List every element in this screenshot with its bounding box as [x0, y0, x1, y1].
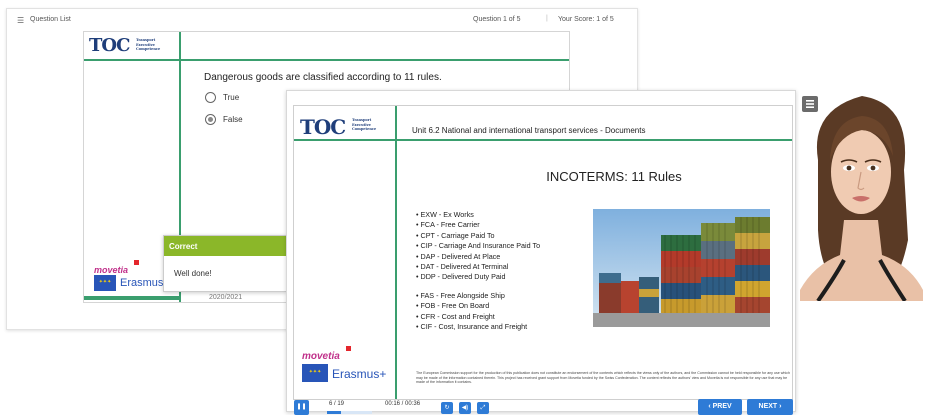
swiss-flag-icon: [134, 260, 140, 265]
swap-icon: [806, 100, 814, 108]
header-divider: [294, 139, 792, 141]
list-item: • FAS - Free Alongside Ship: [416, 290, 505, 300]
slide-title: INCOTERMS: 11 Rules: [546, 169, 682, 184]
volume-icon: ◀): [461, 405, 469, 411]
erasmus-logo: ✦✦✦ Erasmus+: [302, 364, 394, 386]
radio-true[interactable]: [205, 92, 216, 103]
feedback-message: Well done!: [174, 269, 212, 278]
quiz-question: Dangerous goods are classified according…: [204, 72, 442, 83]
main-slide-window: TOC Transport Executive Competence Unit …: [286, 90, 796, 415]
list-item: • EXW - Ex Works: [416, 210, 474, 219]
list-icon[interactable]: ☰: [17, 16, 24, 25]
toc-logo-line: Competence: [352, 127, 377, 131]
time-display: 00:16 / 00:36: [385, 401, 421, 407]
prev-button[interactable]: ‹ PREV: [698, 399, 742, 415]
movetia-text: movetia: [94, 265, 129, 275]
avatar-toggle-button[interactable]: [802, 96, 818, 112]
bottom-accent: [84, 296, 181, 300]
feedback-header: Correct: [164, 236, 288, 256]
list-item: • CIF - Cost, Insurance and Freight: [416, 322, 528, 332]
eu-flag-icon: ✦✦✦: [302, 364, 328, 382]
list-item: • DDP - Delivered Duty Paid: [416, 272, 506, 282]
replay-button[interactable]: ↻: [441, 402, 453, 414]
eu-flag-icon: ✦✦✦: [94, 275, 116, 291]
academic-year: 2020/2021: [209, 294, 243, 301]
topbar-separator: |: [546, 15, 548, 22]
fullscreen-icon: ⤢: [480, 405, 486, 411]
eu-disclaimer: The European Commission support for the …: [416, 371, 790, 385]
incoterms-list: • EXW - Ex Works • FCA - Free Carrier • …: [416, 210, 540, 332]
slide-counter: 6 / 19: [329, 401, 345, 407]
lesson-slide: TOC Transport Executive Competence Unit …: [293, 105, 793, 400]
swiss-flag-icon: [346, 346, 352, 351]
movetia-logo: movetia: [302, 346, 352, 364]
pause-icon: ❚❚: [296, 404, 307, 410]
shipping-containers-image: [593, 209, 770, 327]
erasmus-text: Erasmus+: [332, 367, 387, 381]
volume-button[interactable]: ◀): [459, 402, 471, 414]
unit-title: Unit 6.2 National and international tran…: [412, 126, 646, 135]
chevron-right-icon: ›: [777, 403, 782, 410]
next-label: NEXT: [758, 403, 778, 410]
fullscreen-button[interactable]: ⤢: [477, 402, 489, 414]
movetia-text: movetia: [302, 351, 340, 362]
toc-logo: TOC Transport Executive Competence: [89, 35, 177, 57]
option-label-true[interactable]: True: [223, 93, 239, 102]
question-progress: Question 1 of 5: [473, 16, 521, 23]
list-item: • CPT - Carriage Paid To: [416, 230, 495, 240]
list-item: • DAT - Delivered At Terminal: [416, 262, 509, 272]
radio-false[interactable]: [205, 114, 216, 125]
score-display: Your Score: 1 of 5: [558, 16, 614, 23]
pause-button[interactable]: ❚❚: [294, 400, 309, 415]
header-divider: [84, 59, 569, 61]
avatar-presenter: [800, 90, 923, 303]
option-label-false[interactable]: False: [223, 115, 243, 124]
list-item: • FOB - Free On Board: [416, 301, 490, 311]
list-item: • FCA - Free Carrier: [416, 220, 480, 230]
question-list-link[interactable]: Question List: [30, 16, 71, 23]
prev-label: PREV: [712, 403, 732, 410]
quiz-topbar: ☰ Question List Question 1 of 5 | Your S…: [7, 9, 639, 31]
list-item: • DAP - Delivered At Place: [416, 251, 501, 261]
toc-logo-mark: TOC: [89, 35, 130, 56]
side-divider: [395, 106, 397, 399]
toc-logo-mark: TOC: [300, 115, 346, 139]
next-button[interactable]: NEXT ›: [747, 399, 793, 415]
replay-icon: ↻: [444, 405, 450, 411]
list-item: • CFR - Cost and Freight: [416, 311, 495, 321]
list-item: • CIP - Carriage And Insurance Paid To: [416, 241, 541, 251]
feedback-popup: Correct Well done!: [163, 235, 288, 292]
toc-logo-line: Competence: [136, 47, 161, 51]
toc-logo: TOC Transport Executive Competence: [300, 115, 395, 139]
